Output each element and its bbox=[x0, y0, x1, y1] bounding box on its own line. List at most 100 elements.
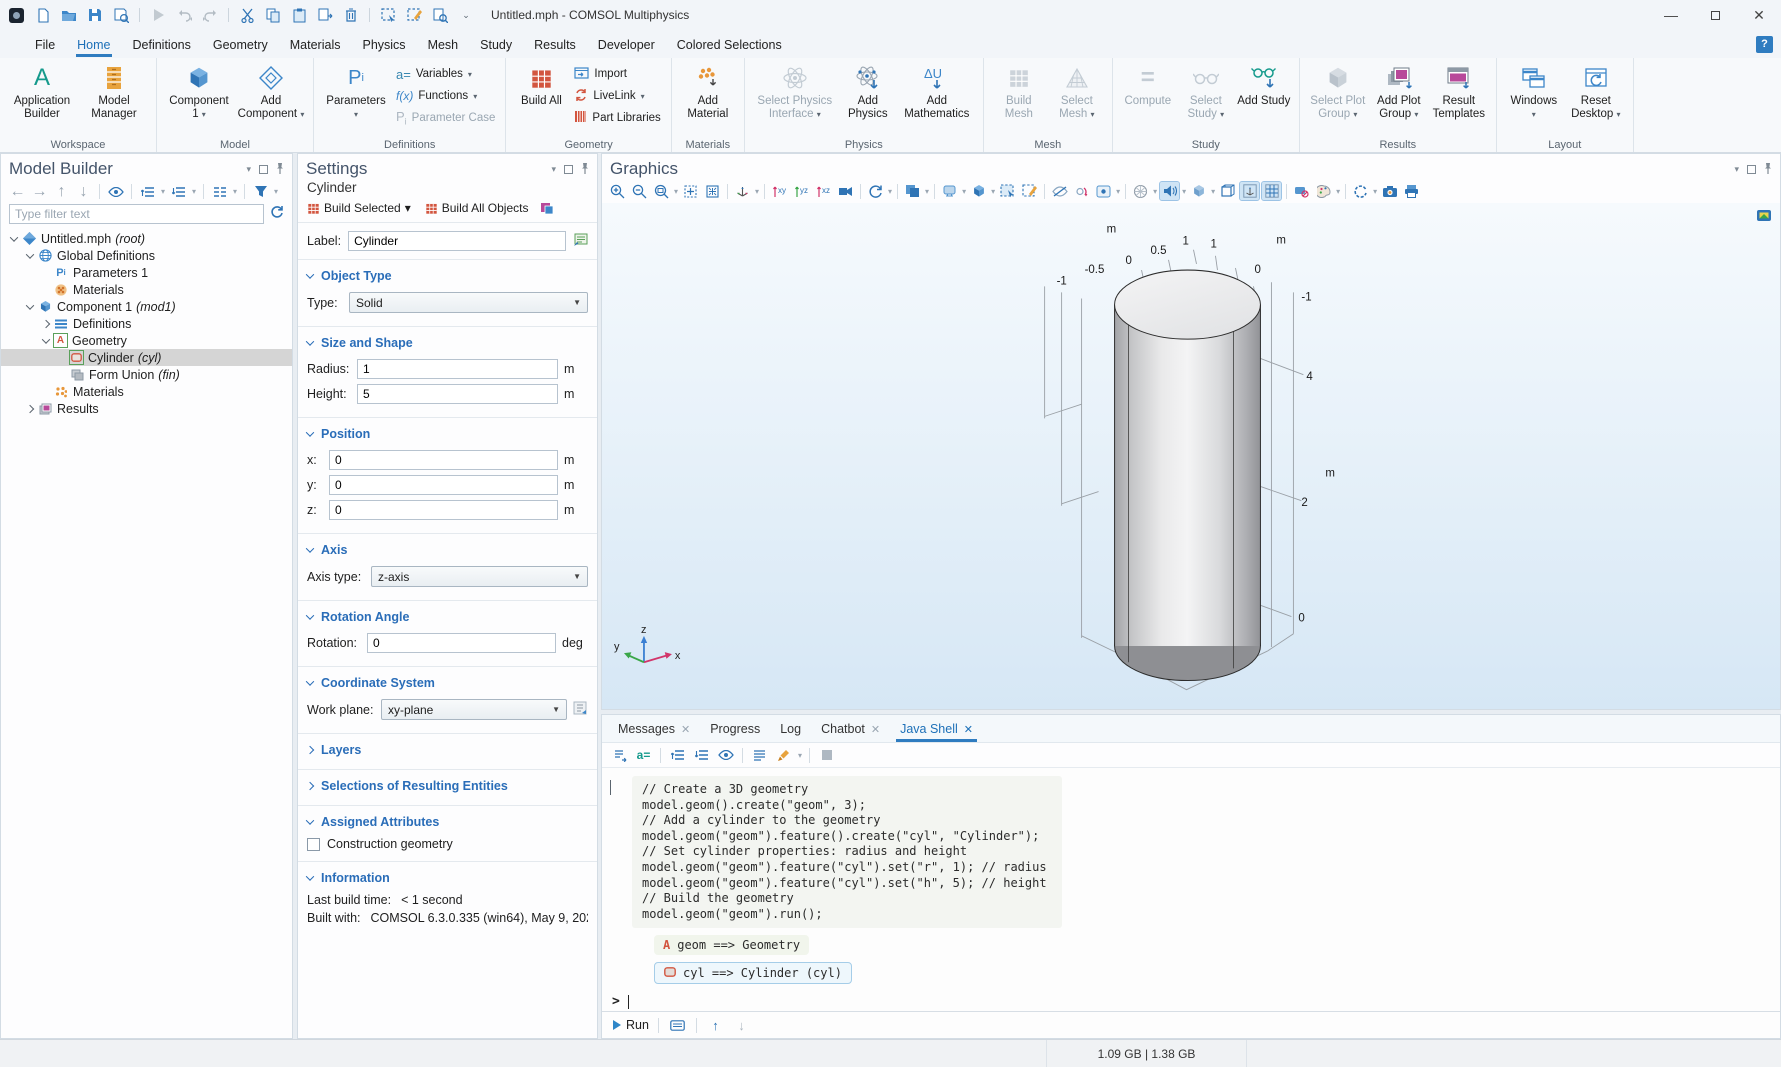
parameter-case-button[interactable]: Pi Parameter Case bbox=[392, 108, 499, 128]
tab-log[interactable]: Log bbox=[770, 715, 811, 742]
tab-java-shell[interactable]: Java Shell✕ bbox=[890, 715, 983, 742]
go-to-source-icon[interactable] bbox=[573, 701, 588, 718]
settings-pin-icon[interactable] bbox=[581, 162, 589, 176]
windows-button[interactable]: Windows▾ bbox=[1503, 60, 1565, 124]
run-button[interactable]: Run bbox=[612, 1018, 649, 1032]
y-input[interactable] bbox=[329, 475, 558, 495]
bounding-box-icon[interactable] bbox=[1218, 182, 1237, 200]
deselect-objects-icon[interactable] bbox=[1020, 182, 1039, 200]
rotation-header[interactable]: Rotation Angle bbox=[307, 605, 588, 628]
zoom-in-icon[interactable] bbox=[608, 182, 627, 200]
build-all-objects-button[interactable]: Build All Objects bbox=[425, 201, 529, 215]
collapse-all-icon[interactable] bbox=[170, 183, 187, 200]
menu-mesh[interactable]: Mesh bbox=[417, 32, 470, 57]
print-icon[interactable] bbox=[1402, 182, 1421, 200]
filter-icon[interactable] bbox=[252, 183, 269, 200]
result-templates-button[interactable]: Result Templates bbox=[1428, 60, 1490, 124]
go-back-icon[interactable]: ← bbox=[9, 183, 26, 200]
model-manager-button[interactable]: Model Manager bbox=[78, 60, 150, 124]
import-button[interactable]: Import bbox=[570, 64, 664, 84]
height-input[interactable] bbox=[357, 384, 558, 404]
shell-variables-icon[interactable]: a= bbox=[634, 746, 653, 764]
menu-materials[interactable]: Materials bbox=[279, 32, 352, 57]
cut-icon[interactable] bbox=[236, 4, 258, 26]
label-input[interactable] bbox=[348, 231, 566, 251]
screenshot-icon[interactable] bbox=[1380, 182, 1399, 200]
command-window-icon[interactable] bbox=[668, 1016, 687, 1034]
export-history-icon[interactable] bbox=[610, 746, 629, 764]
close-tab-icon[interactable]: ✕ bbox=[964, 723, 973, 736]
tab-messages[interactable]: Messages✕ bbox=[608, 715, 700, 742]
redo-icon[interactable] bbox=[199, 4, 221, 26]
tree-item-root[interactable]: Untitled.mph(root) bbox=[1, 230, 292, 247]
menu-developer[interactable]: Developer bbox=[587, 32, 666, 57]
move-up-icon[interactable]: ↑ bbox=[53, 183, 70, 200]
assigned-attributes-header[interactable]: Assigned Attributes bbox=[307, 810, 588, 833]
transparency-icon[interactable] bbox=[1131, 182, 1150, 200]
part-libraries-button[interactable]: Part Libraries bbox=[570, 108, 664, 128]
help-button[interactable]: ? bbox=[1756, 36, 1773, 53]
select-objects-icon[interactable] bbox=[998, 182, 1017, 200]
select-plot-group-button[interactable]: Select Plot Group ▾ bbox=[1306, 60, 1370, 124]
object-type-header[interactable]: Object Type bbox=[307, 264, 588, 287]
position-header[interactable]: Position bbox=[307, 422, 588, 445]
coordinate-system-header[interactable]: Coordinate System bbox=[307, 671, 588, 694]
view-settings-icon[interactable] bbox=[1094, 182, 1113, 200]
size-shape-header[interactable]: Size and Shape bbox=[307, 331, 588, 354]
save-as-icon[interactable] bbox=[110, 4, 132, 26]
information-header[interactable]: Information bbox=[307, 866, 588, 889]
move-down-icon[interactable]: ↓ bbox=[75, 183, 92, 200]
menu-definitions[interactable]: Definitions bbox=[122, 32, 202, 57]
customize-toolbar-icon[interactable]: ⌄ bbox=[455, 4, 477, 26]
work-plane-select[interactable]: xy-plane▼ bbox=[381, 699, 567, 720]
zoom-extents-icon[interactable] bbox=[681, 182, 700, 200]
add-material-button[interactable]: Add Material bbox=[678, 60, 738, 124]
axis-type-select[interactable]: z-axis▼ bbox=[371, 566, 588, 587]
graphics-float-icon[interactable] bbox=[1747, 165, 1756, 174]
minimize-button[interactable]: — bbox=[1649, 0, 1693, 30]
tab-progress[interactable]: Progress bbox=[700, 715, 770, 742]
show-icon[interactable] bbox=[107, 183, 124, 200]
zoom-to-selection-icon[interactable] bbox=[703, 182, 722, 200]
view-yz-icon[interactable]: yz bbox=[792, 182, 811, 200]
stop-icon[interactable] bbox=[817, 746, 836, 764]
tree-item-parameters[interactable]: Pi Parameters 1 bbox=[1, 264, 292, 281]
paste-icon[interactable] bbox=[288, 4, 310, 26]
word-wrap-icon[interactable] bbox=[750, 746, 769, 764]
selections-header[interactable]: Selections of Resulting Entities bbox=[307, 774, 588, 797]
construction-geometry-checkbox[interactable] bbox=[307, 838, 320, 851]
build-selected-button[interactable]: Build Selected▾ bbox=[307, 201, 411, 215]
close-tab-icon[interactable]: ✕ bbox=[681, 723, 690, 736]
environment-icon[interactable] bbox=[969, 182, 988, 200]
open-file-icon[interactable] bbox=[58, 4, 80, 26]
axis-header[interactable]: Axis bbox=[307, 538, 588, 561]
shell-prompt[interactable]: > bbox=[612, 994, 1780, 1009]
color-theme-icon[interactable] bbox=[1314, 182, 1333, 200]
menu-study[interactable]: Study bbox=[469, 32, 523, 57]
rotation-input[interactable] bbox=[367, 633, 556, 653]
collapse-block-icon[interactable] bbox=[610, 780, 611, 794]
livelink-button[interactable]: LiveLink▾ bbox=[570, 86, 664, 106]
scene-light-icon[interactable] bbox=[940, 182, 959, 200]
delete-icon[interactable] bbox=[340, 4, 362, 26]
tree-item-results[interactable]: Results bbox=[1, 400, 292, 417]
menu-physics[interactable]: Physics bbox=[351, 32, 416, 57]
add-physics-button[interactable]: Add Physics bbox=[839, 60, 897, 124]
menu-file[interactable]: File bbox=[24, 32, 66, 57]
select-box-icon[interactable] bbox=[377, 4, 399, 26]
show-axes-icon[interactable] bbox=[1240, 182, 1259, 200]
show-output-icon[interactable] bbox=[716, 746, 735, 764]
build-mesh-button[interactable]: Build Mesh bbox=[990, 60, 1048, 124]
model-tree-options-icon[interactable] bbox=[211, 183, 228, 200]
expand-output-icon[interactable] bbox=[668, 746, 687, 764]
tree-item-geometry[interactable]: A Geometry bbox=[1, 332, 292, 349]
history-previous-icon[interactable]: ↑ bbox=[706, 1016, 725, 1034]
build-preceding-icon[interactable] bbox=[540, 202, 554, 215]
collapse-output-icon[interactable] bbox=[692, 746, 711, 764]
tree-item-form-union[interactable]: Form Union(fin) bbox=[1, 366, 292, 383]
zoom-box-icon[interactable] bbox=[652, 182, 671, 200]
compute-button[interactable]: = Compute bbox=[1119, 60, 1177, 111]
undo-icon[interactable] bbox=[173, 4, 195, 26]
component-1-button[interactable]: Component 1 ▾ bbox=[163, 60, 235, 124]
layers-header[interactable]: Layers bbox=[307, 738, 588, 761]
